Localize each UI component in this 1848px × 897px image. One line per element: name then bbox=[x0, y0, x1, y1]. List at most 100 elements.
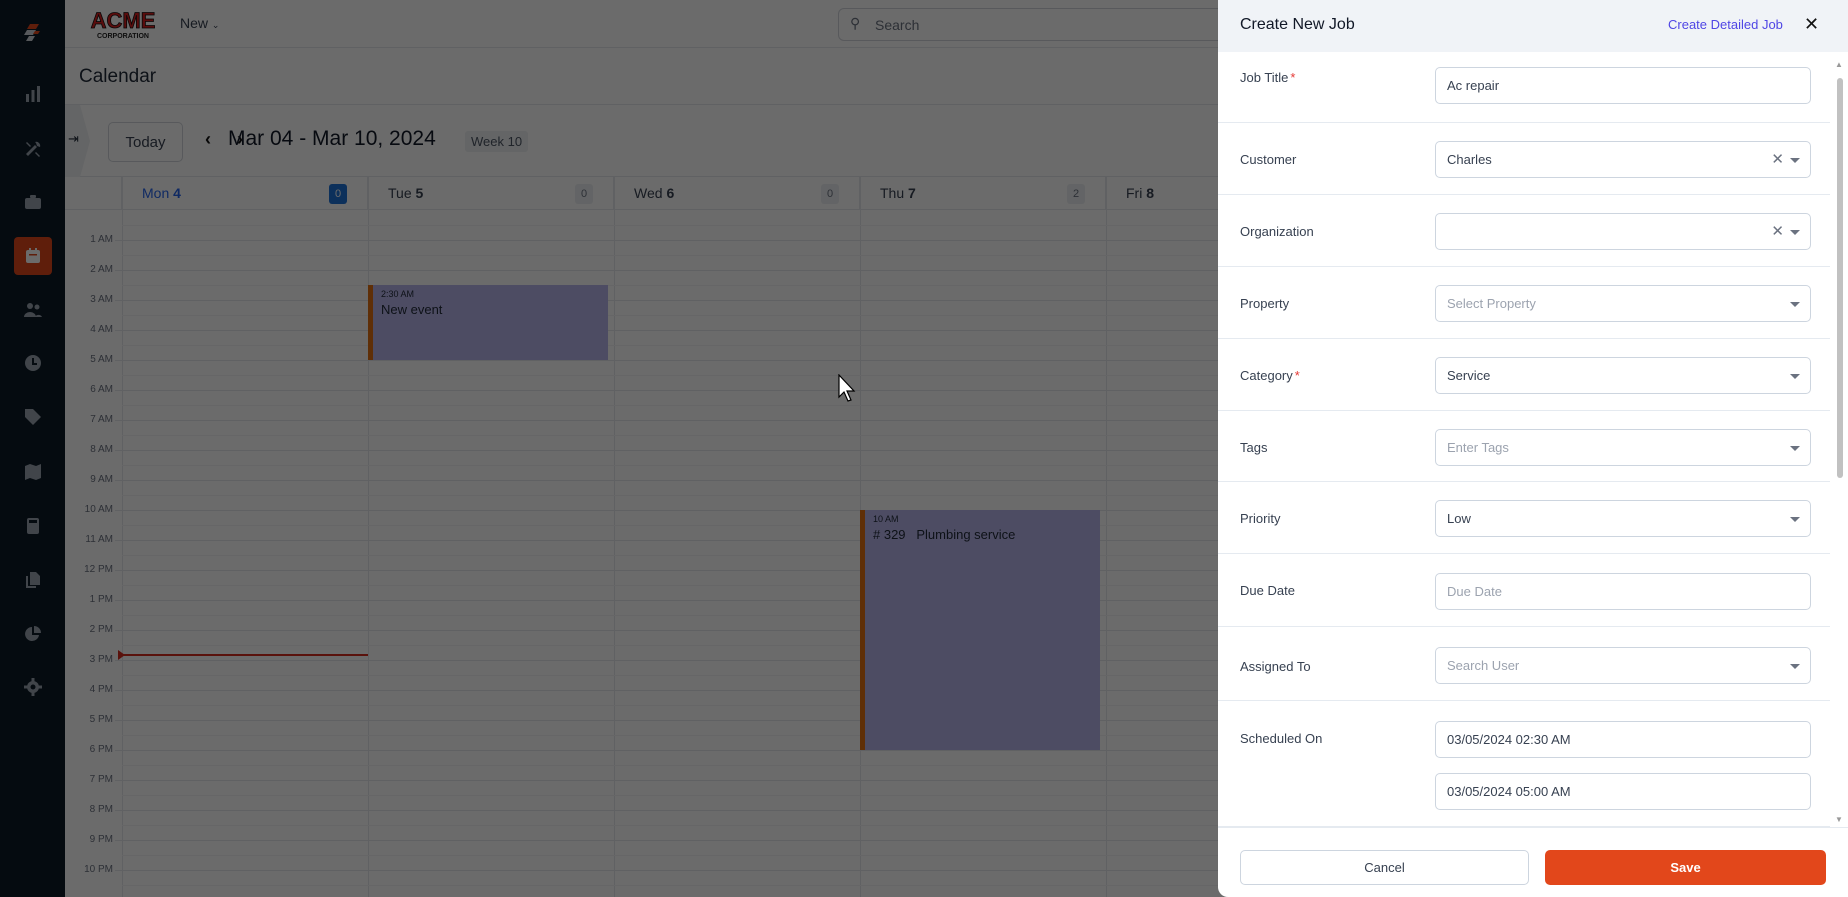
day-header[interactable]: Wed 6 0 bbox=[614, 177, 860, 210]
required-mark: * bbox=[1290, 70, 1296, 85]
category-select[interactable]: Service bbox=[1435, 357, 1811, 394]
cancel-button[interactable]: Cancel bbox=[1240, 850, 1529, 885]
acme-logo[interactable]: ACME CORPORATION bbox=[87, 8, 159, 40]
day-header[interactable]: Thu 7 2 bbox=[860, 177, 1106, 210]
event-count-badge: 0 bbox=[821, 184, 839, 204]
hour-label: 12 PM bbox=[84, 564, 113, 575]
hour-label: 10 AM bbox=[84, 504, 113, 515]
week-badge: Week 10 bbox=[465, 131, 529, 152]
day-number: 4 bbox=[173, 185, 181, 201]
hour-label: 3 AM bbox=[90, 294, 113, 305]
tag-icon[interactable] bbox=[14, 398, 52, 436]
job-title-row: Job Title * Ac repair bbox=[1218, 52, 1830, 123]
day-name: Tue bbox=[388, 185, 412, 201]
hour-label: 5 AM bbox=[90, 354, 113, 365]
scroll-up-icon[interactable]: ▲ bbox=[1835, 60, 1843, 69]
property-placeholder: Select Property bbox=[1447, 296, 1536, 311]
create-detailed-job-link[interactable]: Create Detailed Job bbox=[1668, 17, 1783, 32]
priority-select[interactable]: Low bbox=[1435, 500, 1811, 537]
hour-label: 1 PM bbox=[89, 594, 113, 605]
event-time: 10 AM bbox=[873, 514, 899, 524]
sidebar bbox=[0, 0, 65, 897]
scrollbar-thumb[interactable] bbox=[1837, 78, 1843, 478]
close-icon[interactable]: ✕ bbox=[1804, 14, 1819, 35]
reports-icon[interactable] bbox=[14, 75, 52, 113]
briefcase-icon[interactable] bbox=[14, 183, 52, 221]
category-row: Category * Service bbox=[1218, 339, 1830, 411]
map-icon[interactable] bbox=[14, 453, 52, 491]
prev-week-button[interactable]: ‹ bbox=[205, 129, 211, 150]
scroll-down-icon[interactable]: ▼ bbox=[1835, 815, 1843, 824]
calendar-icon[interactable] bbox=[14, 237, 52, 275]
event-count-badge: 0 bbox=[329, 184, 347, 204]
assigned-to-row: Assigned To Search User bbox=[1218, 627, 1830, 701]
caret-down-icon bbox=[1790, 664, 1800, 669]
organization-label: Organization bbox=[1240, 224, 1314, 239]
hour-label: 5 PM bbox=[89, 714, 113, 725]
hour-label: 6 AM bbox=[90, 384, 113, 395]
property-select[interactable]: Select Property bbox=[1435, 285, 1811, 322]
pie-chart-icon[interactable] bbox=[14, 615, 52, 653]
caret-down-icon bbox=[1790, 302, 1800, 307]
hour-label: 2 PM bbox=[89, 624, 113, 635]
customers-icon[interactable] bbox=[14, 291, 52, 329]
chevron-down-icon: ⌄ bbox=[211, 20, 220, 30]
save-button[interactable]: Save bbox=[1545, 850, 1826, 885]
organization-row: Organization ✕ bbox=[1218, 195, 1830, 267]
hour-label: 9 AM bbox=[90, 474, 113, 485]
day-name: Thu bbox=[880, 185, 905, 201]
assigned-to-placeholder: Search User bbox=[1447, 658, 1520, 673]
category-label: Category bbox=[1240, 368, 1293, 383]
time-gutter-header bbox=[65, 177, 122, 210]
tags-input[interactable]: Enter Tags bbox=[1435, 429, 1811, 466]
scheduled-end-input[interactable]: 03/05/2024 05:00 AM bbox=[1435, 773, 1811, 810]
caret-down-icon bbox=[1790, 374, 1800, 379]
hour-label: 4 PM bbox=[89, 684, 113, 695]
day-header[interactable]: Tue 5 0 bbox=[368, 177, 614, 210]
priority-row: Priority Low bbox=[1218, 482, 1830, 554]
clear-icon[interactable]: ✕ bbox=[1771, 150, 1784, 168]
new-menu-button[interactable]: New ⌄ bbox=[180, 15, 219, 31]
search-icon: ⚲ bbox=[850, 15, 861, 31]
app-logo-icon[interactable] bbox=[14, 14, 52, 52]
customer-select[interactable]: Charles ✕ bbox=[1435, 141, 1811, 178]
scheduled-on-row: Scheduled On 03/05/2024 02:30 AM 03/05/2… bbox=[1218, 701, 1830, 827]
hour-label: 2 AM bbox=[90, 264, 113, 275]
due-date-input[interactable]: Due Date bbox=[1435, 573, 1811, 610]
date-range: Mar 04 - Mar 10, 2024 bbox=[228, 127, 436, 150]
hour-label: 9 PM bbox=[89, 834, 113, 845]
clock-icon[interactable] bbox=[14, 344, 52, 382]
event-title: # 329 Plumbing service bbox=[873, 527, 1016, 542]
due-date-row: Due Date Due Date bbox=[1218, 554, 1830, 627]
day-name: Fri bbox=[1126, 185, 1143, 201]
panel-header: Create New Job Create Detailed Job ✕ bbox=[1218, 0, 1848, 52]
tools-icon[interactable] bbox=[14, 130, 52, 168]
day-number: 6 bbox=[666, 185, 675, 201]
due-date-label: Due Date bbox=[1240, 583, 1295, 598]
caret-down-icon bbox=[1790, 230, 1800, 235]
hour-label: 1 AM bbox=[90, 234, 113, 245]
current-time-marker bbox=[118, 650, 125, 660]
scheduled-start-input[interactable]: 03/05/2024 02:30 AM bbox=[1435, 721, 1811, 758]
organization-select[interactable]: ✕ bbox=[1435, 213, 1811, 250]
expand-sidebar-icon[interactable]: ⇥ bbox=[65, 105, 90, 177]
calendar-event[interactable]: 10 AM # 329 Plumbing service bbox=[860, 510, 1100, 750]
caret-down-icon bbox=[1790, 446, 1800, 451]
calculator-icon[interactable] bbox=[14, 507, 52, 545]
assigned-to-select[interactable]: Search User bbox=[1435, 647, 1811, 684]
settings-gear-icon[interactable] bbox=[14, 668, 52, 706]
assigned-to-label: Assigned To bbox=[1240, 659, 1311, 674]
day-name: Wed bbox=[634, 185, 663, 201]
clear-icon[interactable]: ✕ bbox=[1771, 222, 1784, 240]
documents-icon[interactable] bbox=[14, 561, 52, 599]
hour-label: 11 AM bbox=[85, 534, 113, 545]
job-title-input[interactable]: Ac repair bbox=[1435, 67, 1811, 104]
day-header[interactable]: Mon 4 0 bbox=[122, 177, 368, 210]
today-button[interactable]: Today bbox=[108, 122, 183, 162]
calendar-event[interactable]: 2:30 AM New event bbox=[368, 285, 608, 360]
priority-value: Low bbox=[1447, 511, 1471, 526]
hour-label: 10 PM bbox=[84, 864, 113, 875]
property-row: Property Select Property bbox=[1218, 267, 1830, 339]
day-number: 5 bbox=[415, 185, 424, 201]
category-value: Service bbox=[1447, 368, 1491, 383]
